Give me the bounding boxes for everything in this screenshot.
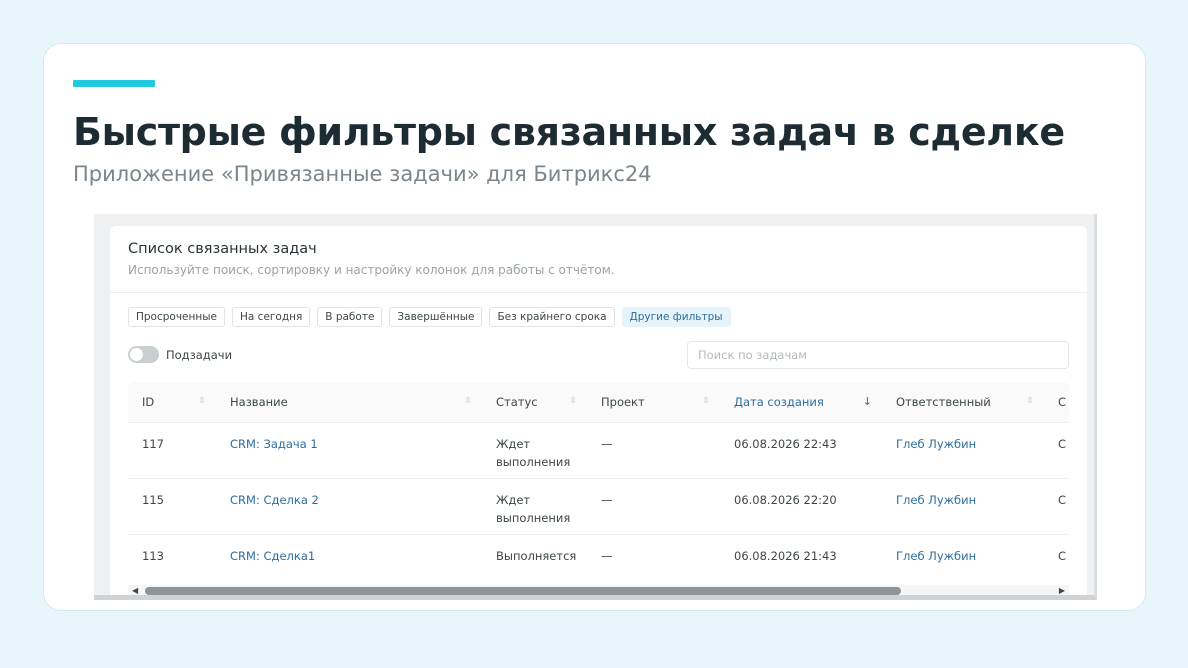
filter-in-progress[interactable]: В работе — [317, 307, 383, 327]
responsible-link[interactable]: Глеб Лужбин — [896, 549, 976, 563]
cell-project: — — [587, 422, 720, 479]
cell-id: 117 — [128, 422, 216, 479]
filter-no-deadline[interactable]: Без крайнего срока — [489, 307, 615, 327]
column-header-created[interactable]: Дата создания ↓ — [720, 382, 882, 423]
triangle-left-icon[interactable]: ◀ — [132, 586, 138, 595]
cell-name: CRM: Сделка 2 — [216, 478, 482, 535]
cell-created: 06.08.2026 22:20 — [720, 478, 882, 535]
cell-status: Ждет выполнения — [482, 478, 587, 535]
cell-project: — — [587, 534, 720, 585]
responsible-link[interactable]: Глеб Лужбин — [896, 493, 976, 507]
filter-today[interactable]: На сегодня — [232, 307, 311, 327]
panel-header: Список связанных задач Используйте поиск… — [110, 226, 1087, 293]
horizontal-scrollbar[interactable]: ◀ ▶ — [128, 585, 1069, 595]
cell-created: 06.08.2026 22:43 — [720, 422, 882, 479]
sort-icon[interactable]: ⇳ — [1026, 396, 1034, 406]
sort-icon[interactable]: ⇳ — [464, 396, 472, 406]
filter-overdue[interactable]: Просроченные — [128, 307, 225, 327]
sort-icon[interactable]: ⇳ — [198, 396, 206, 406]
subtasks-toggle[interactable] — [128, 346, 159, 363]
task-link[interactable]: CRM: Сделка 2 — [230, 493, 319, 507]
panel-description: Используйте поиск, сортировку и настройк… — [128, 263, 615, 277]
subtasks-toggle-row: Подзадачи — [128, 346, 232, 363]
cell-responsible: Глеб Лужбин — [882, 478, 1044, 535]
column-header-name[interactable]: Название ⇳ — [216, 382, 482, 423]
column-header-responsible[interactable]: Ответственный ⇳ — [882, 382, 1044, 423]
column-header-project[interactable]: Проект ⇳ — [587, 382, 720, 423]
triangle-right-icon[interactable]: ▶ — [1059, 586, 1065, 595]
cell-extra: С — [1044, 534, 1069, 585]
task-search-input[interactable] — [687, 341, 1069, 369]
slide-card: Быстрые фильтры связанных задач в сделке… — [43, 43, 1146, 611]
scrollbar-thumb[interactable] — [145, 587, 901, 595]
filter-completed[interactable]: Завершённые — [389, 307, 483, 327]
table-row: 115 CRM: Сделка 2 Ждет выполнения — 06.0… — [128, 478, 1069, 535]
tasks-table-container: ID ⇳ Название ⇳ Статус ⇳ Проект ⇳ Дата созда… — [128, 382, 1069, 585]
panel-title: Список связанных задач — [128, 241, 317, 257]
cell-project: — — [587, 478, 720, 535]
quick-filters: Просроченные На сегодня В работе Завершё… — [128, 307, 731, 327]
app-screenshot: Список связанных задач Используйте поиск… — [94, 214, 1097, 600]
responsible-link[interactable]: Глеб Лужбин — [896, 437, 976, 451]
cell-status: Выполняется — [482, 534, 587, 585]
subtasks-label: Подзадачи — [166, 347, 233, 362]
task-link[interactable]: CRM: Сделка1 — [230, 549, 315, 563]
slide-title: Быстрые фильтры связанных задач в сделке — [73, 110, 1065, 154]
arrow-down-icon[interactable]: ↓ — [863, 395, 872, 408]
cell-id: 115 — [128, 478, 216, 535]
table-row: 117 CRM: Задача 1 Ждет выполнения — 06.0… — [128, 422, 1069, 479]
filter-other[interactable]: Другие фильтры — [621, 307, 731, 327]
cell-responsible: Глеб Лужбин — [882, 422, 1044, 479]
column-header-status[interactable]: Статус ⇳ — [482, 382, 587, 423]
table-header-row: ID ⇳ Название ⇳ Статус ⇳ Проект ⇳ Дата созда… — [128, 382, 1069, 423]
cell-name: CRM: Задача 1 — [216, 422, 482, 479]
sort-icon[interactable]: ⇳ — [569, 396, 577, 406]
column-header-extra[interactable]: С — [1044, 382, 1069, 423]
cell-id: 113 — [128, 534, 216, 585]
tasks-panel: Список связанных задач Используйте поиск… — [110, 226, 1087, 595]
accent-bar — [73, 80, 155, 87]
cell-extra: С — [1044, 478, 1069, 535]
tasks-table: ID ⇳ Название ⇳ Статус ⇳ Проект ⇳ Дата созда… — [128, 382, 1069, 585]
cell-extra: С — [1044, 422, 1069, 479]
toggle-knob — [130, 348, 143, 361]
task-link[interactable]: CRM: Задача 1 — [230, 437, 318, 451]
cell-name: CRM: Сделка1 — [216, 534, 482, 585]
column-header-id[interactable]: ID ⇳ — [128, 382, 216, 423]
cell-status: Ждет выполнения — [482, 422, 587, 479]
sort-icon[interactable]: ⇳ — [702, 396, 710, 406]
table-row: 113 CRM: Сделка1 Выполняется — 06.08.202… — [128, 534, 1069, 585]
cell-created: 06.08.2026 21:43 — [720, 534, 882, 585]
slide-subtitle: Приложение «Привязанные задачи» для Битр… — [73, 162, 652, 186]
cell-responsible: Глеб Лужбин — [882, 534, 1044, 585]
